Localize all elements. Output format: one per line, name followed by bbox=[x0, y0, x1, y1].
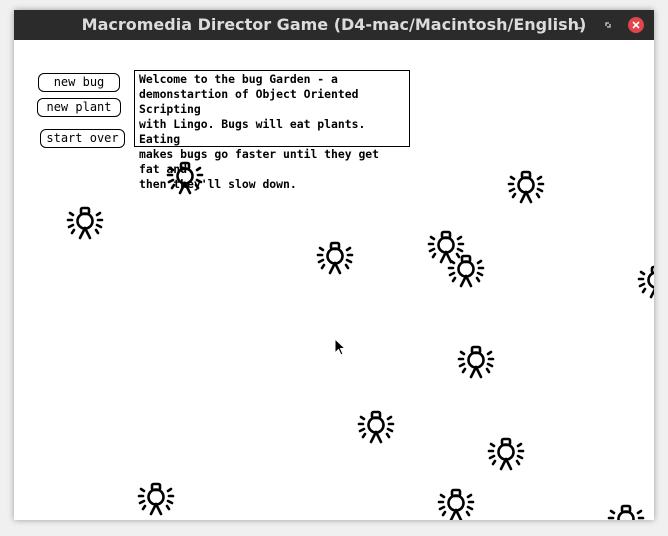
title-bar[interactable]: Macromedia Director Game (D4-mac/Macinto… bbox=[14, 10, 654, 40]
bug-icon[interactable] bbox=[484, 435, 528, 479]
bug-icon[interactable] bbox=[444, 252, 488, 296]
new-plant-button[interactable]: new plant bbox=[37, 98, 121, 117]
bug-icon[interactable] bbox=[504, 168, 548, 212]
director-stage[interactable]: new bug new plant start over Welcome to … bbox=[14, 40, 654, 520]
mouse-pointer-icon bbox=[334, 338, 347, 356]
close-button[interactable] bbox=[628, 17, 644, 33]
window-title: Macromedia Director Game (D4-mac/Macinto… bbox=[81, 15, 587, 34]
bug-icon[interactable] bbox=[163, 159, 207, 203]
bug-icon[interactable] bbox=[313, 239, 357, 283]
game-window: Macromedia Director Game (D4-mac/Macinto… bbox=[14, 10, 654, 520]
minimize-button[interactable] bbox=[572, 17, 588, 33]
minimize-icon bbox=[577, 27, 583, 29]
bug-icon[interactable] bbox=[354, 408, 398, 452]
maximize-icon bbox=[605, 22, 611, 28]
new-bug-button[interactable]: new bug bbox=[38, 73, 120, 92]
welcome-text-box: Welcome to the bug Garden - a demonstart… bbox=[134, 70, 410, 191]
bug-icon[interactable] bbox=[454, 343, 498, 387]
start-over-button[interactable]: start over bbox=[40, 129, 125, 148]
bug-icon[interactable] bbox=[434, 486, 478, 520]
bug-icon[interactable] bbox=[604, 502, 648, 520]
maximize-button[interactable] bbox=[600, 17, 616, 33]
close-icon bbox=[632, 21, 640, 29]
bug-icon[interactable] bbox=[634, 263, 654, 307]
bug-icon[interactable] bbox=[63, 204, 107, 248]
bug-icon[interactable] bbox=[134, 480, 178, 520]
